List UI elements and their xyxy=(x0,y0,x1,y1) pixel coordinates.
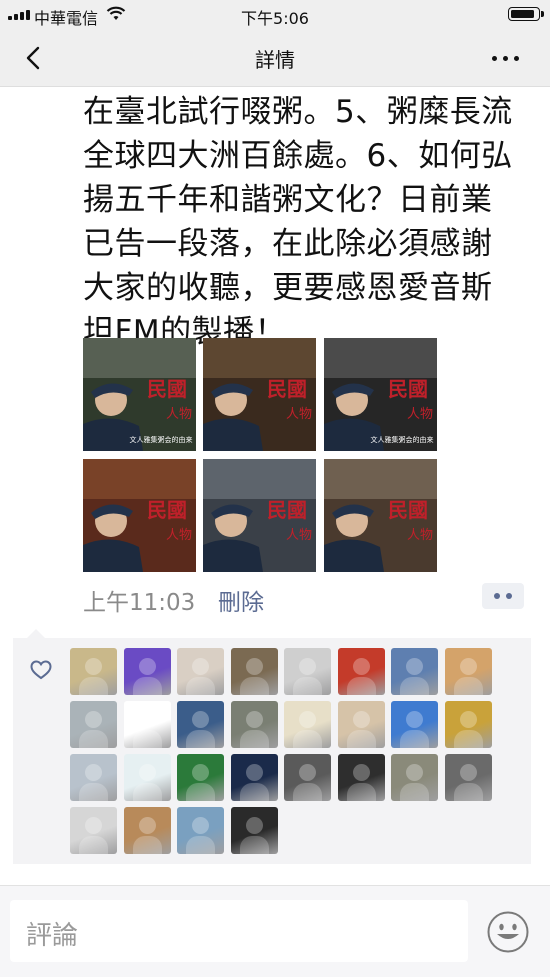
svg-text:人物: 人物 xyxy=(166,528,192,543)
liker-avatar[interactable] xyxy=(70,648,117,695)
post-text: 在臺北試行啜粥。5、粥糜長流 全球四大洲百餘處。6、如何弘 揚五千年和諧粥文化？… xyxy=(83,94,513,350)
svg-text:人物: 人物 xyxy=(407,407,433,422)
liker-avatar[interactable] xyxy=(70,701,117,748)
comment-placeholder: 評論 xyxy=(26,921,79,951)
svg-text:文人雅集粥会的由来: 文人雅集粥会的由来 xyxy=(130,435,193,444)
liker-avatar[interactable] xyxy=(123,807,171,854)
page-title: 詳情 xyxy=(255,48,295,72)
post-photo[interactable]: 民國人物文人雅集粥会的由来 xyxy=(324,338,437,451)
liker-avatar[interactable] xyxy=(444,754,492,801)
svg-text:人物: 人物 xyxy=(286,407,312,422)
liker-avatar[interactable] xyxy=(230,807,278,854)
delete-link[interactable]: 刪除 xyxy=(218,583,264,617)
liker-avatar[interactable] xyxy=(337,701,385,748)
comment-menu-button[interactable] xyxy=(482,583,524,609)
liker-avatar[interactable] xyxy=(391,701,438,748)
svg-text:民國: 民國 xyxy=(267,498,307,522)
svg-text:人物: 人物 xyxy=(286,528,312,543)
status-bar: 中華電信 下午5:06 xyxy=(0,0,550,30)
post-photo[interactable]: 民國人物 xyxy=(83,459,196,572)
svg-text:民國: 民國 xyxy=(388,377,428,401)
svg-text:民國: 民國 xyxy=(388,498,428,522)
liker-avatar[interactable] xyxy=(123,754,171,801)
comment-input[interactable]: 評論 xyxy=(10,900,468,962)
liker-avatar[interactable] xyxy=(230,754,278,801)
liker-avatar[interactable] xyxy=(337,754,385,801)
post-photo[interactable]: 民國人物 xyxy=(203,459,316,572)
svg-text:文人雅集粥会的由来: 文人雅集粥会的由来 xyxy=(371,435,434,444)
post-photo[interactable]: 民國人物文人雅集粥会的由来 xyxy=(83,338,196,451)
liker-avatar[interactable] xyxy=(284,648,331,695)
liker-avatar[interactable] xyxy=(70,807,117,854)
svg-text:民國: 民國 xyxy=(147,498,187,522)
liker-avatar[interactable] xyxy=(123,701,171,748)
liker-avatar[interactable] xyxy=(337,648,385,695)
liker-avatar[interactable] xyxy=(177,807,224,854)
post-timestamp: 上午11:03 xyxy=(83,590,196,616)
status-time: 下午5:06 xyxy=(241,9,309,28)
liker-avatar[interactable] xyxy=(70,754,117,801)
post-photo[interactable]: 民國人物 xyxy=(324,459,437,572)
liker-avatar[interactable] xyxy=(230,648,278,695)
liker-avatar[interactable] xyxy=(284,701,331,748)
smiley-face-icon[interactable] xyxy=(486,910,530,954)
post-photo[interactable]: 民國人物 xyxy=(203,338,316,451)
nav-bar: 詳情 xyxy=(0,30,550,87)
liker-avatar[interactable] xyxy=(177,701,224,748)
liker-avatar[interactable] xyxy=(230,701,278,748)
liker-avatar[interactable] xyxy=(444,701,492,748)
liker-avatar[interactable] xyxy=(444,648,492,695)
battery-icon xyxy=(508,7,544,21)
svg-text:民國: 民國 xyxy=(267,377,307,401)
liker-avatar[interactable] xyxy=(177,754,224,801)
svg-text:民國: 民國 xyxy=(147,377,187,401)
liker-avatar[interactable] xyxy=(123,648,171,695)
liker-avatar[interactable] xyxy=(177,648,224,695)
likes-panel-arrow xyxy=(27,629,45,638)
liker-avatar[interactable] xyxy=(391,754,438,801)
svg-text:人物: 人物 xyxy=(407,528,433,543)
liker-avatar[interactable] xyxy=(391,648,438,695)
svg-text:人物: 人物 xyxy=(166,407,192,422)
ellipsis-icon[interactable] xyxy=(488,44,524,72)
heart-outline-icon xyxy=(30,660,52,680)
liker-avatar[interactable] xyxy=(284,754,331,801)
